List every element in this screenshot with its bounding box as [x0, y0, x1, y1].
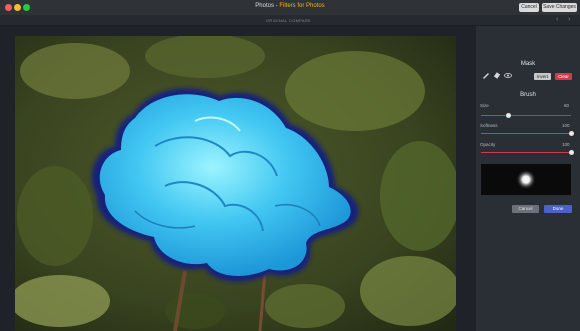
clear-button[interactable]: Clear: [555, 73, 572, 80]
brush-heading: Brush: [520, 92, 536, 98]
compare-view-button[interactable]: COMPARE: [289, 18, 311, 23]
mask-brush-panel: Mask Invert Clear Brush Size 60 Softness…: [476, 26, 580, 331]
size-slider[interactable]: [481, 113, 571, 118]
softness-value: 100: [562, 123, 570, 128]
save-changes-button[interactable]: Save Changes: [542, 3, 577, 12]
brush-tool-icon[interactable]: [482, 72, 490, 79]
eraser-tool-icon[interactable]: [493, 72, 501, 79]
opacity-slider[interactable]: [481, 150, 574, 155]
original-view-button[interactable]: ORIGINAL: [266, 18, 288, 23]
brush-preview: [481, 164, 571, 195]
window-cancel-button[interactable]: Cancel: [519, 3, 539, 12]
visibility-toggle-icon[interactable]: [504, 72, 512, 79]
size-value: 60: [564, 103, 570, 108]
extension-title: Filters for Photos: [279, 3, 325, 9]
app-title: Photos: [255, 3, 274, 9]
size-label: Size: [480, 103, 489, 108]
window-title: Photos - Filters for Photos: [0, 3, 580, 9]
view-toolbar: ORIGINAL COMPARE ‹ ›: [0, 15, 580, 26]
softness-label: Softness: [480, 123, 498, 128]
panel-cancel-button[interactable]: Cancel: [512, 205, 539, 213]
softness-slider[interactable]: [481, 131, 574, 136]
chevron-left-icon[interactable]: ‹: [556, 16, 558, 23]
invert-button[interactable]: Invert: [534, 73, 551, 80]
rose-photo-canvas[interactable]: [15, 36, 456, 331]
opacity-value: 100: [562, 142, 570, 147]
size-slider-knob[interactable]: [505, 113, 511, 118]
chevron-right-icon[interactable]: ›: [568, 16, 570, 23]
size-slider-fill: [481, 115, 508, 116]
opacity-label: Opacity: [480, 142, 496, 147]
opacity-slider-knob[interactable]: [568, 150, 574, 155]
brush-preview-dot: [516, 169, 536, 190]
rose-photo: [15, 36, 456, 331]
softness-slider-fill: [481, 133, 571, 134]
window-titlebar: Photos - Filters for Photos Cancel Save …: [0, 0, 580, 16]
softness-slider-knob[interactable]: [568, 131, 574, 136]
opacity-slider-fill: [481, 152, 571, 153]
done-button[interactable]: Done: [544, 205, 572, 213]
mask-heading: Mask: [520, 61, 536, 67]
